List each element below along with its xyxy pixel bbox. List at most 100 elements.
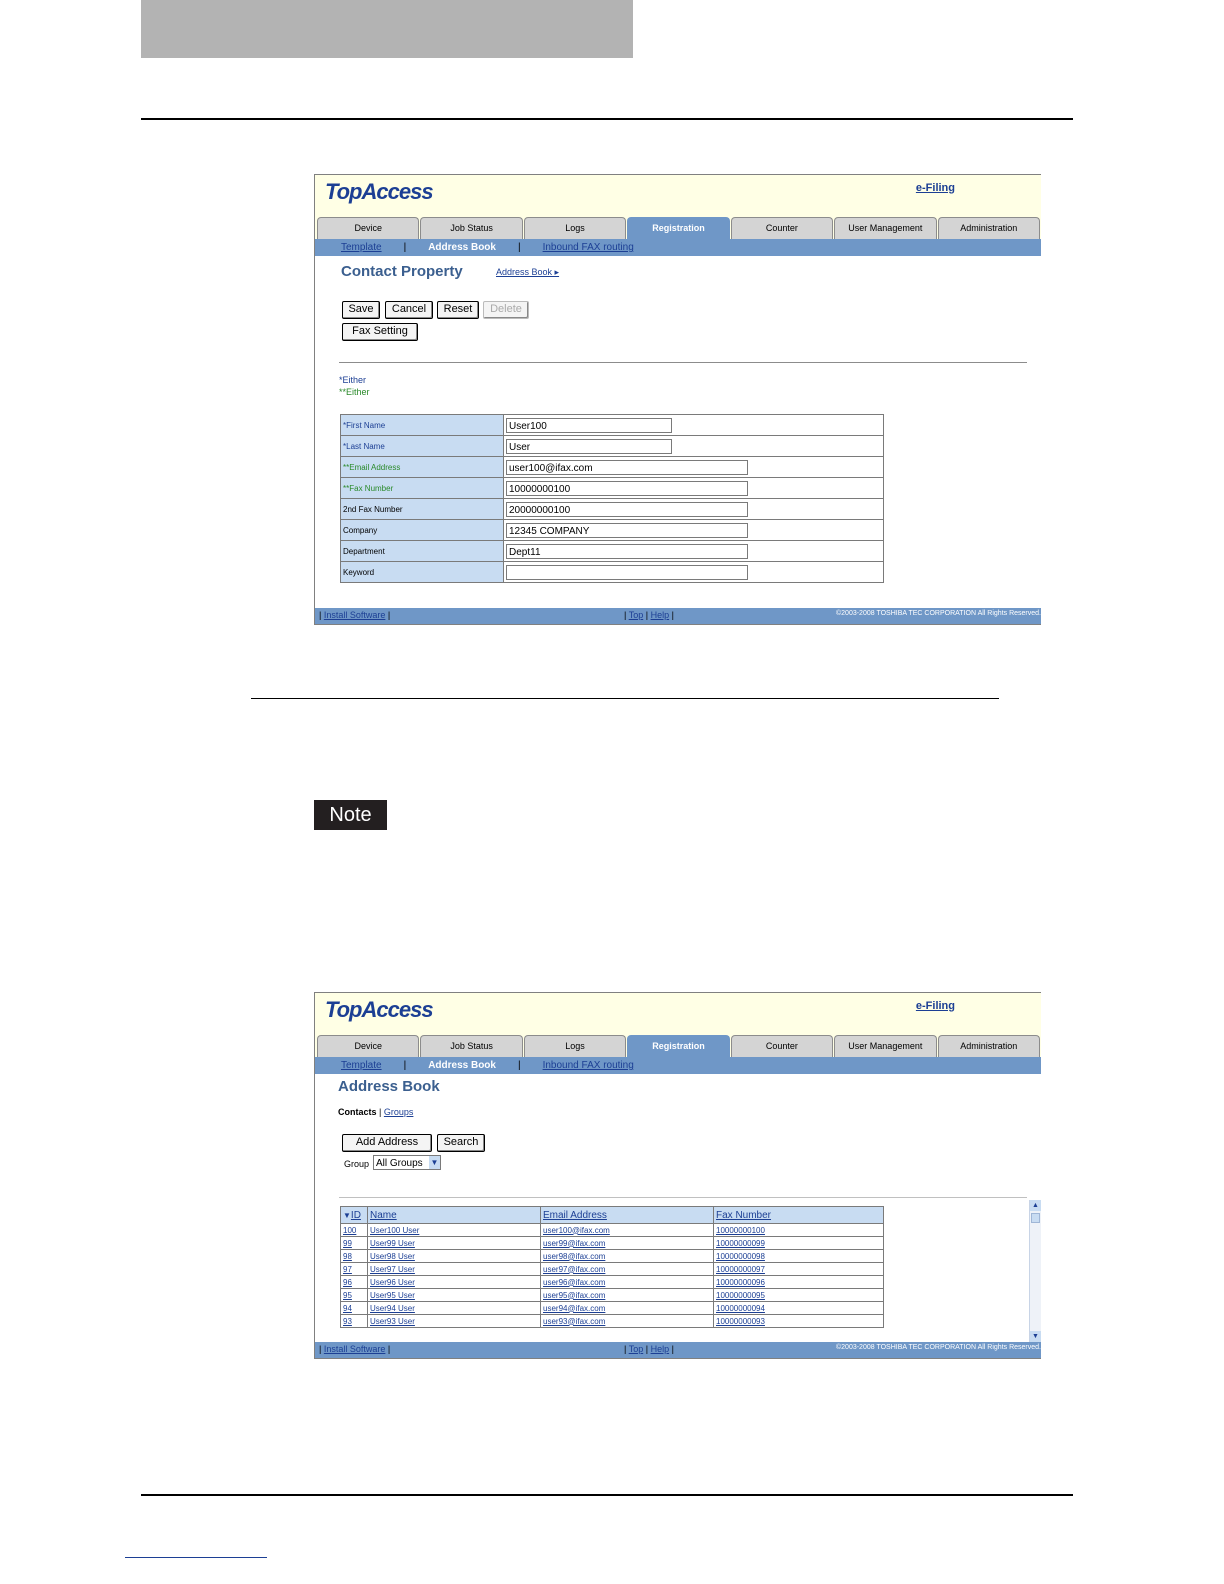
add-address-button[interactable]: Add Address — [342, 1134, 432, 1152]
row-fax-link[interactable]: 10000000095 — [716, 1291, 765, 1300]
email-address-field[interactable]: user100@ifax.com — [506, 459, 748, 475]
efiling-link[interactable]: e-Filing — [916, 1000, 955, 1012]
column-header-fax[interactable]: Fax Number — [713, 1206, 884, 1224]
tab-logs[interactable]: Logs — [523, 217, 627, 239]
row-fax-link[interactable]: 10000000093 — [716, 1317, 765, 1326]
install-software-link[interactable]: Install Software — [324, 610, 386, 620]
groups-link[interactable]: Groups — [384, 1107, 414, 1117]
address-book-link[interactable]: Address Book ▸ — [496, 267, 559, 278]
tab-device[interactable]: Device — [317, 217, 420, 239]
scroll-up-icon[interactable]: ▲ — [1030, 1200, 1041, 1211]
row-name-link[interactable]: User98 User — [370, 1252, 415, 1261]
subnav-address-book[interactable]: Address Book — [428, 1060, 496, 1071]
row-fax-link[interactable]: 10000000098 — [716, 1252, 765, 1261]
row-fax-link[interactable]: 10000000097 — [716, 1265, 765, 1274]
row-email-link[interactable]: user99@ifax.com — [543, 1239, 605, 1248]
tab-administration[interactable]: Administration — [937, 217, 1040, 239]
tab-user-management[interactable]: User Management — [834, 217, 937, 239]
efiling-link[interactable]: e-Filing — [916, 182, 955, 194]
row-id-link[interactable]: 95 — [343, 1291, 352, 1300]
top-link[interactable]: Top — [629, 1344, 644, 1354]
row-email-link[interactable]: user97@ifax.com — [543, 1265, 605, 1274]
second-fax-number-field[interactable]: 20000000100 — [506, 501, 748, 517]
tab-administration[interactable]: Administration — [937, 1035, 1040, 1057]
row-name-link[interactable]: User95 User — [370, 1291, 415, 1300]
top-link[interactable]: Top — [629, 610, 644, 620]
divider — [339, 362, 1027, 363]
name-sort-link[interactable]: Name — [370, 1210, 397, 1221]
fax-setting-button[interactable]: Fax Setting — [342, 323, 418, 341]
install-software-link[interactable]: Install Software — [324, 1344, 386, 1354]
table-row: 94 User94 User user94@ifax.com 100000000… — [340, 1301, 884, 1315]
second-fax-number-label: 2nd Fax Number — [340, 498, 504, 520]
tab-counter[interactable]: Counter — [730, 1035, 834, 1057]
email-sort-link[interactable]: Email Address — [543, 1210, 607, 1221]
last-name-field[interactable]: User — [506, 438, 672, 454]
row-email-link[interactable]: user95@ifax.com — [543, 1291, 605, 1300]
save-button[interactable]: Save — [342, 301, 380, 319]
help-link[interactable]: Help — [651, 610, 670, 620]
row-name-link[interactable]: User94 User — [370, 1304, 415, 1313]
row-name-link[interactable]: User96 User — [370, 1278, 415, 1287]
chevron-down-icon[interactable]: ▼ — [429, 1156, 440, 1169]
row-email-link[interactable]: user94@ifax.com — [543, 1304, 605, 1313]
tab-job-status[interactable]: Job Status — [420, 217, 523, 239]
contacts-view[interactable]: Contacts — [338, 1107, 377, 1117]
tab-registration[interactable]: Registration — [627, 217, 730, 239]
fax-sort-link[interactable]: Fax Number — [716, 1210, 771, 1221]
either-note-2: **Either — [339, 387, 370, 397]
scroll-thumb[interactable] — [1031, 1213, 1040, 1223]
row-name-link[interactable]: User93 User — [370, 1317, 415, 1326]
column-header-id[interactable]: ▼ID — [340, 1206, 368, 1224]
row-fax-link[interactable]: 10000000100 — [716, 1226, 765, 1235]
tab-user-management[interactable]: User Management — [834, 1035, 937, 1057]
subnav-template[interactable]: Template — [341, 1060, 382, 1071]
row-email-link[interactable]: user93@ifax.com — [543, 1317, 605, 1326]
row-id-link[interactable]: 96 — [343, 1278, 352, 1287]
id-sort-link[interactable]: ID — [351, 1210, 361, 1221]
delete-button[interactable]: Delete — [483, 301, 529, 319]
subnav-address-book[interactable]: Address Book — [428, 242, 496, 253]
column-header-email[interactable]: Email Address — [540, 1206, 714, 1224]
row-id-link[interactable]: 98 — [343, 1252, 352, 1261]
tab-logs[interactable]: Logs — [523, 1035, 627, 1057]
keyword-label: Keyword — [340, 561, 504, 583]
tab-counter[interactable]: Counter — [730, 217, 834, 239]
row-id-link[interactable]: 94 — [343, 1304, 352, 1313]
fax-number-field[interactable]: 10000000100 — [506, 480, 748, 496]
sort-desc-icon[interactable]: ▼ — [343, 1211, 351, 1220]
row-id-link[interactable]: 93 — [343, 1317, 352, 1326]
cancel-button[interactable]: Cancel — [385, 301, 433, 319]
scroll-down-icon[interactable]: ▼ — [1030, 1331, 1041, 1342]
footer-separator: | — [387, 610, 391, 620]
tab-registration[interactable]: Registration — [627, 1035, 730, 1057]
row-id-link[interactable]: 100 — [343, 1226, 356, 1235]
subnav-template[interactable]: Template — [341, 242, 382, 253]
row-id-link[interactable]: 99 — [343, 1239, 352, 1248]
first-name-field[interactable]: User100 — [506, 417, 672, 433]
row-email-link[interactable]: user98@ifax.com — [543, 1252, 605, 1261]
row-email-link[interactable]: user100@ifax.com — [543, 1226, 610, 1235]
row-name-link[interactable]: User97 User — [370, 1265, 415, 1274]
keyword-field[interactable] — [506, 564, 748, 580]
row-name-link[interactable]: User99 User — [370, 1239, 415, 1248]
tab-job-status[interactable]: Job Status — [420, 1035, 523, 1057]
row-name-link[interactable]: User100 User — [370, 1226, 419, 1235]
row-fax-link[interactable]: 10000000099 — [716, 1239, 765, 1248]
subnav-separator: | — [403, 242, 407, 253]
help-link[interactable]: Help — [651, 1344, 670, 1354]
row-email-link[interactable]: user96@ifax.com — [543, 1278, 605, 1287]
department-field[interactable]: Dept11 — [506, 543, 748, 559]
subnav-inbound-fax-routing[interactable]: Inbound FAX routing — [543, 242, 634, 253]
tab-device[interactable]: Device — [317, 1035, 420, 1057]
subnav-inbound-fax-routing[interactable]: Inbound FAX routing — [543, 1060, 634, 1071]
row-fax-link[interactable]: 10000000094 — [716, 1304, 765, 1313]
company-field[interactable]: 12345 COMPANY — [506, 522, 748, 538]
row-id-link[interactable]: 97 — [343, 1265, 352, 1274]
group-select[interactable]: All Groups ▼ — [373, 1155, 441, 1170]
row-fax-link[interactable]: 10000000096 — [716, 1278, 765, 1287]
vertical-scrollbar[interactable]: ▲ ▼ — [1029, 1200, 1041, 1342]
column-header-name[interactable]: Name — [367, 1206, 541, 1224]
reset-button[interactable]: Reset — [437, 301, 479, 319]
search-button[interactable]: Search — [437, 1134, 485, 1152]
